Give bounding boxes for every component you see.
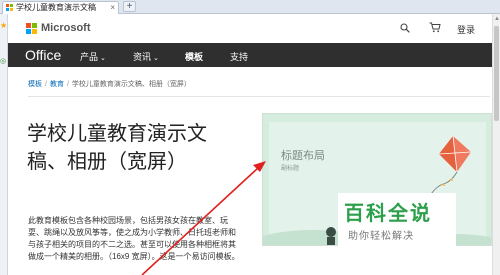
nav-item-label: 资讯 (133, 52, 152, 62)
star-icon[interactable]: ★ (0, 22, 7, 30)
new-tab-button[interactable]: + (123, 1, 136, 12)
breadcrumb: 模板 / 教育 / 学校儿童教育演示文稿、相册（宽屏） (28, 79, 191, 89)
slide-title-text: 标题布局 (281, 150, 325, 162)
cart-icon[interactable] (429, 22, 441, 33)
page-title: 学校儿童教育演示文稿、相册（宽屏） (27, 121, 207, 173)
divider (28, 96, 490, 97)
browser-tab-title: 学校儿童教育演示文稿 (16, 3, 96, 12)
office-navbar: Office 产品 ⌄ 资讯 ⌄ 模板 支持 (8, 43, 492, 67)
scroll-up-icon[interactable]: ▲ (494, 16, 500, 22)
nav-item-label: 产品 (80, 52, 99, 62)
microsoft-favicon-icon (6, 4, 14, 12)
browser-side-rail: ★ ◎ (0, 14, 8, 275)
watermark-logo: 百科全说 助你轻松解决 (338, 193, 456, 249)
breadcrumb-separator: / (66, 81, 69, 88)
watermark-main-text: 百科全说 (344, 203, 432, 225)
signin-link[interactable]: 登录 (457, 23, 475, 36)
template-description: 此教育模板包含各种校园场景，包括男孩女孩在教室、玩耍、跳绳以及放风筝等，使之成为… (28, 216, 240, 261)
slide-subtitle-text: 副标题 (281, 166, 300, 172)
close-tab-icon[interactable]: × (110, 2, 115, 14)
breadcrumb-separator: / (45, 81, 47, 88)
microsoft-brand[interactable]: Microsoft (41, 22, 91, 34)
watermark-sub-text: 助你轻松解决 (348, 231, 414, 242)
nav-item-support[interactable]: 支持 (230, 50, 248, 63)
chevron-down-icon: ⌄ (153, 55, 159, 62)
browser-tab-strip: 学校儿童教育演示文稿 × + (0, 0, 500, 14)
nav-item-templates[interactable]: 模板 (185, 50, 203, 63)
browser-tab[interactable]: 学校儿童教育演示文稿 × (2, 1, 119, 14)
search-icon[interactable] (400, 23, 410, 33)
check-icon[interactable]: ◎ (0, 58, 6, 66)
nav-item-resources[interactable]: 资讯 ⌄ (133, 50, 159, 63)
breadcrumb-current: 学校儿童教育演示文稿、相册（宽屏） (71, 81, 191, 88)
microsoft-header: Microsoft 登录 (8, 14, 492, 43)
nav-item-products[interactable]: 产品 ⌄ (80, 50, 106, 63)
vertical-scrollbar[interactable]: ▲ (492, 14, 500, 275)
office-home-link[interactable]: Office (25, 47, 61, 63)
scrollbar-thumb[interactable] (494, 26, 499, 121)
breadcrumb-templates[interactable]: 模板 (28, 81, 42, 88)
chevron-down-icon: ⌄ (100, 55, 106, 62)
breadcrumb-education[interactable]: 教育 (50, 81, 64, 88)
microsoft-logo-icon[interactable] (26, 23, 37, 34)
